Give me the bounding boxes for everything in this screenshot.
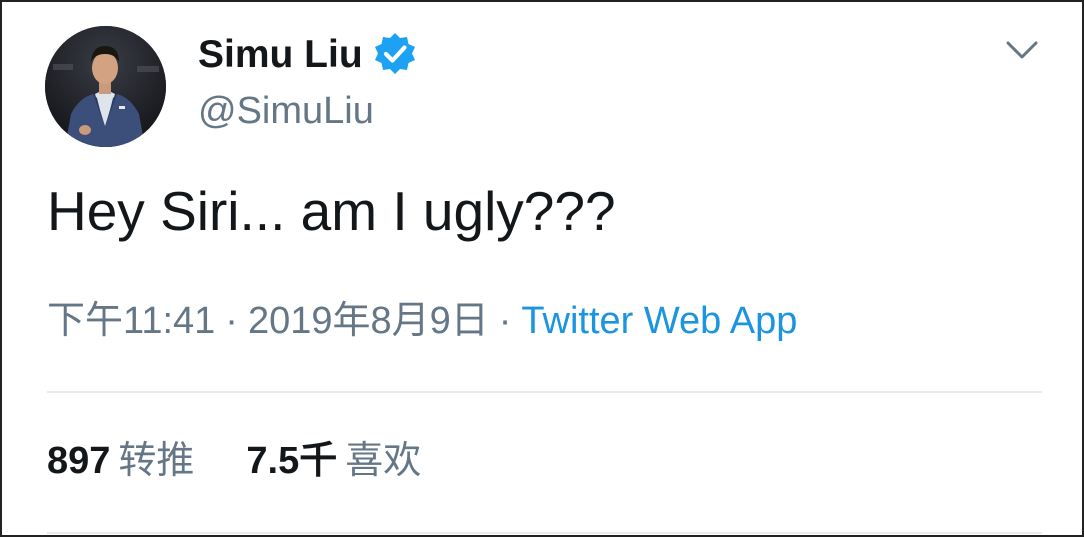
verified-badge-icon: [370, 29, 420, 79]
retweets-stat[interactable]: 897 转推: [47, 438, 194, 484]
tweet-meta: 下午11:41 · 2019年8月9日 · Twitter Web App: [47, 298, 797, 344]
retweets-label: 转推: [118, 440, 195, 482]
tweet-source-link[interactable]: Twitter Web App: [521, 300, 797, 342]
meta-separator: ·: [498, 300, 512, 342]
tweet-text: Hey Siri... am I ugly???: [47, 180, 616, 242]
tweet-date[interactable]: 2019年8月9日: [248, 300, 489, 342]
tweet-time[interactable]: 下午11:41: [47, 300, 215, 342]
username-handle[interactable]: @SimuLiu: [198, 88, 374, 134]
retweets-count: 897: [47, 440, 111, 482]
tweet-stats: 897 转推 7.5千 喜欢: [47, 438, 473, 484]
divider: [47, 391, 1042, 393]
chevron-down-icon[interactable]: [1002, 35, 1042, 65]
divider: [47, 532, 1042, 534]
avatar[interactable]: [45, 26, 166, 147]
likes-label: 喜欢: [345, 440, 422, 482]
likes-count: 7.5千: [246, 440, 338, 482]
likes-stat[interactable]: 7.5千 喜欢: [246, 438, 421, 484]
meta-separator: ·: [225, 300, 238, 342]
avatar-image: [45, 26, 166, 147]
tweet-card: Simu Liu @SimuLiu Hey Siri... am I ugly?…: [0, 0, 1084, 537]
display-name[interactable]: Simu Liu: [198, 32, 363, 78]
